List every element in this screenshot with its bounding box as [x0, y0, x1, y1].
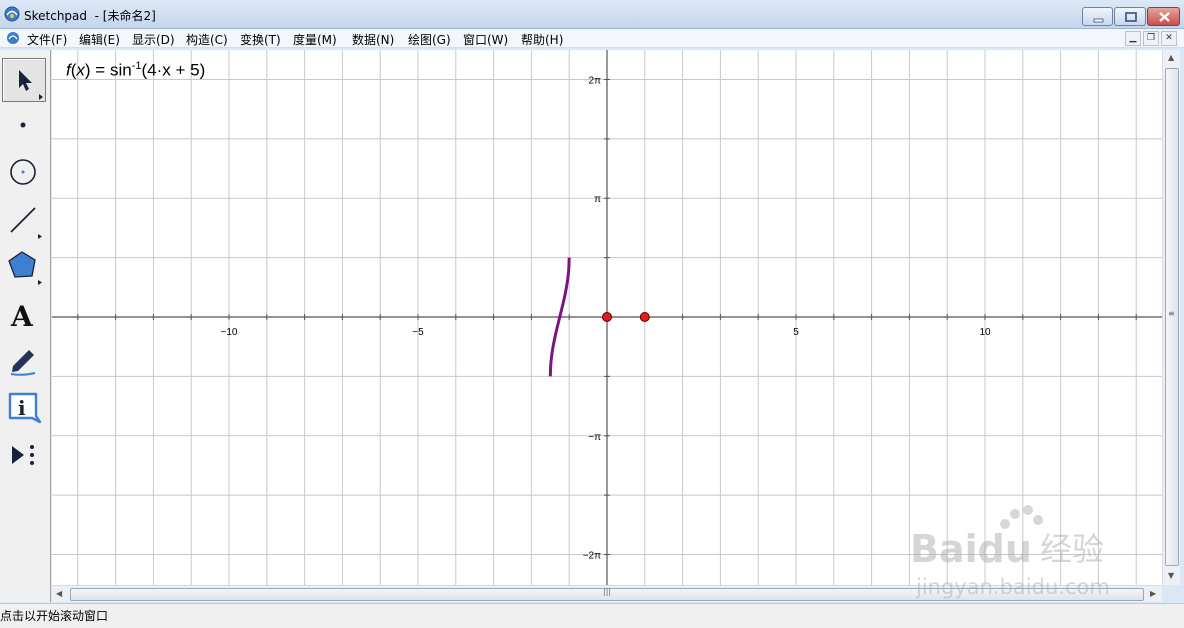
close-icon [1159, 12, 1170, 22]
y-tick-label: −2π [583, 551, 601, 562]
app-window: Sketchpad - [未命名2] 文件(F) 编辑(E) 显示(D) 构造(… [0, 0, 1184, 628]
point-tool[interactable] [2, 104, 46, 148]
close-icon: ✕ [1165, 33, 1173, 43]
x-tick-label: −10 [221, 327, 238, 338]
status-text: 点击以开始滚动窗口 [0, 609, 109, 623]
marker-tool[interactable] [2, 338, 46, 382]
pentagon-icon [8, 251, 42, 285]
restore-icon: ❐ [1146, 33, 1156, 43]
menu-number[interactable]: 数据(N) [352, 31, 394, 48]
baidu-jingyan-watermark: Baidu 经验 jingyan.baidu.com [910, 505, 1110, 599]
title-bar: Sketchpad - [未命名2] [0, 0, 1184, 29]
straightedge-tool[interactable] [2, 198, 46, 242]
sketchpad-app-icon [4, 6, 20, 22]
scroll-up-icon[interactable]: ▲ [1168, 53, 1174, 62]
doc-close-button[interactable]: ✕ [1161, 31, 1177, 46]
vertical-scrollbar[interactable]: ▲ ≡ ▼ [1162, 50, 1180, 585]
menu-help[interactable]: 帮助(H) [521, 31, 563, 48]
compass-tool[interactable] [2, 150, 46, 194]
polygon-tool[interactable] [2, 244, 46, 288]
information-tool[interactable]: i [2, 386, 46, 430]
close-button[interactable] [1147, 7, 1180, 26]
svg-text:jingyan.baidu.com: jingyan.baidu.com [915, 575, 1110, 599]
menu-window[interactable]: 窗口(W) [463, 31, 508, 48]
play-more-icon [12, 445, 34, 465]
menu-file[interactable]: 文件(F) [27, 31, 67, 48]
minimize-icon: ▁ [1129, 33, 1137, 43]
y-tick-label: −π [588, 432, 601, 443]
origin-point[interactable] [602, 312, 612, 322]
scroll-down-icon[interactable]: ▼ [1168, 571, 1174, 580]
circle-icon [10, 159, 36, 185]
doc-restore-button[interactable]: ❐ [1143, 31, 1159, 46]
menu-measure[interactable]: 度量(M) [293, 31, 337, 48]
arrow-icon [19, 70, 43, 100]
text-a-icon: A [10, 300, 34, 333]
y-tick-label: π [594, 194, 601, 205]
menu-bar: 文件(F) 编辑(E) 显示(D) 构造(C) 变换(T) 度量(M) 数据(N… [0, 29, 1184, 48]
grip-icon: ||| [603, 587, 612, 596]
svg-text:A: A [10, 300, 34, 333]
x-tick-label: 10 [979, 327, 991, 338]
vertical-scroll-thumb[interactable]: ≡ [1165, 68, 1179, 566]
document-icon[interactable] [6, 31, 20, 45]
menu-construct[interactable]: 构造(C) [186, 31, 228, 48]
svg-text:Baidu: Baidu [910, 527, 1032, 571]
scroll-left-icon[interactable]: ◀ [56, 589, 62, 598]
window-title: Sketchpad - [未命名2] [24, 9, 156, 23]
menu-transform[interactable]: 变换(T) [240, 31, 281, 48]
toolbox: A i [0, 50, 51, 602]
point-icon [20, 122, 26, 128]
x-tick-label: 5 [793, 327, 799, 338]
custom-tool[interactable] [2, 434, 46, 478]
marker-icon [10, 350, 36, 376]
unit-point[interactable] [639, 312, 650, 322]
minimize-icon [1093, 18, 1104, 23]
x-tick-label: −5 [412, 327, 424, 338]
maximize-button[interactable] [1114, 7, 1146, 26]
grip-icon: ≡ [1168, 309, 1175, 318]
status-bar: 点击以开始滚动窗口 [0, 603, 1184, 628]
y-tick-label: 2π [589, 75, 602, 86]
svg-text:经验: 经验 [1040, 530, 1104, 568]
doc-minimize-button[interactable]: ▁ [1125, 31, 1141, 46]
menu-display[interactable]: 显示(D) [132, 31, 175, 48]
svg-text:i: i [18, 396, 26, 420]
menu-edit[interactable]: 编辑(E) [79, 31, 120, 48]
function-label[interactable]: f(x) = sin-1(4·x + 5) [66, 60, 205, 81]
text-tool[interactable]: A [2, 292, 46, 336]
info-icon: i [8, 392, 42, 424]
line-icon [10, 207, 42, 239]
minimize-button[interactable] [1082, 7, 1113, 26]
arrow-select-tool[interactable] [2, 58, 46, 102]
restore-icon [1125, 12, 1137, 22]
menu-graph[interactable]: 绘图(G) [408, 31, 451, 48]
